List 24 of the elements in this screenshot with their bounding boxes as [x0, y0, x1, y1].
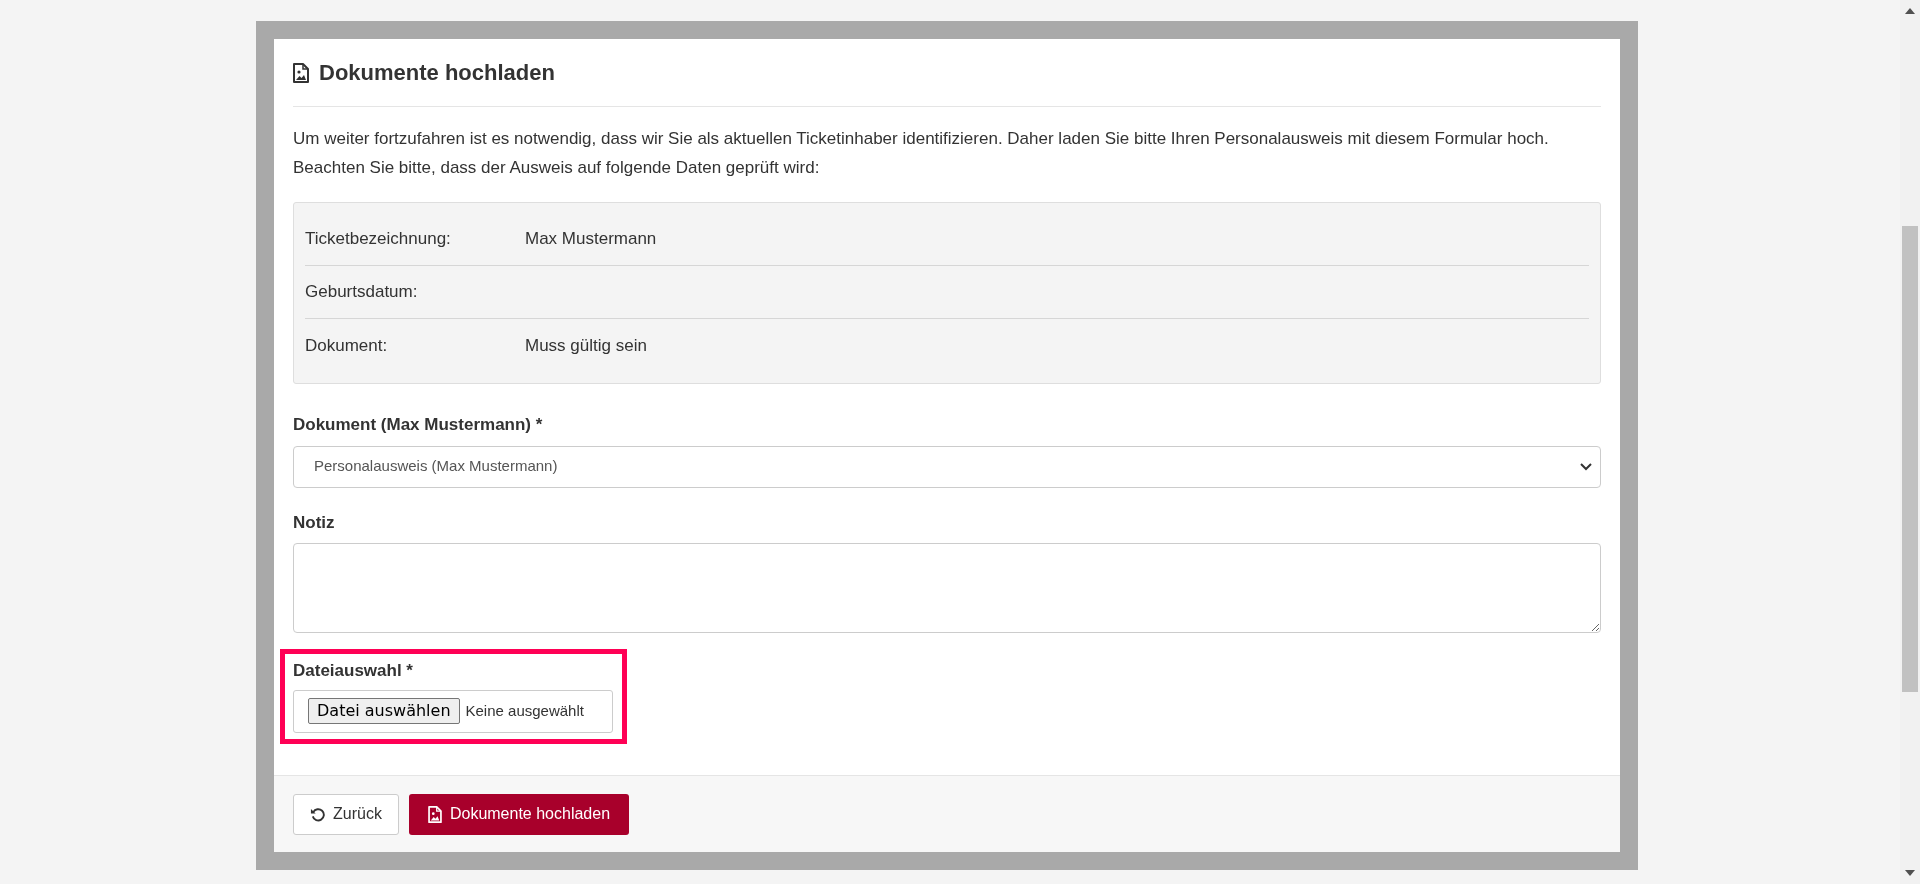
field-value: Max Mustermann: [525, 228, 657, 251]
undo-icon: [310, 806, 326, 822]
chevron-down-icon: [1580, 462, 1592, 471]
file-input[interactable]: Datei auswählen Keine ausgewählt: [293, 689, 613, 733]
upload-button[interactable]: Dokumente hochladen: [409, 793, 629, 835]
document-image-icon: [427, 805, 442, 823]
field-label: Dokument:: [305, 334, 389, 357]
choose-file-button[interactable]: Datei auswählen: [308, 698, 460, 724]
note-textarea[interactable]: [293, 543, 1601, 633]
document-image-icon: [293, 62, 309, 83]
card-title: Dokumente hochladen: [319, 59, 555, 87]
file-status: Keine ausgewählt: [465, 700, 584, 721]
file-label: Dateiauswahl *: [293, 660, 414, 682]
scroll-up-icon[interactable]: [1905, 8, 1915, 14]
note-label: Notiz: [293, 511, 336, 534]
intro-text: Um weiter fortzufahren ist es notwendig, dass wir Sie als aktuellen Ticketinhaber identifizieren. Daher laden Sie bitte Ihren Personalausweis mit diesem Formular hoch. Beachten Sie bitte, dass der Ausweis auf folgende Daten geprüft wird:: [293, 128, 1550, 179]
field-label: Ticketbezeichnung:: [305, 228, 452, 251]
document-select[interactable]: Personalausweis (Max Mustermann): [293, 445, 1601, 488]
scrollbar-thumb[interactable]: [1902, 226, 1918, 692]
field-value: Muss gültig sein: [525, 334, 647, 357]
scroll-down-icon[interactable]: [1905, 870, 1915, 876]
back-button[interactable]: Zurück: [293, 793, 399, 835]
select-label: Dokument (Max Mustermann) *: [293, 414, 544, 436]
field-label: Geburtsdatum:: [305, 281, 419, 304]
